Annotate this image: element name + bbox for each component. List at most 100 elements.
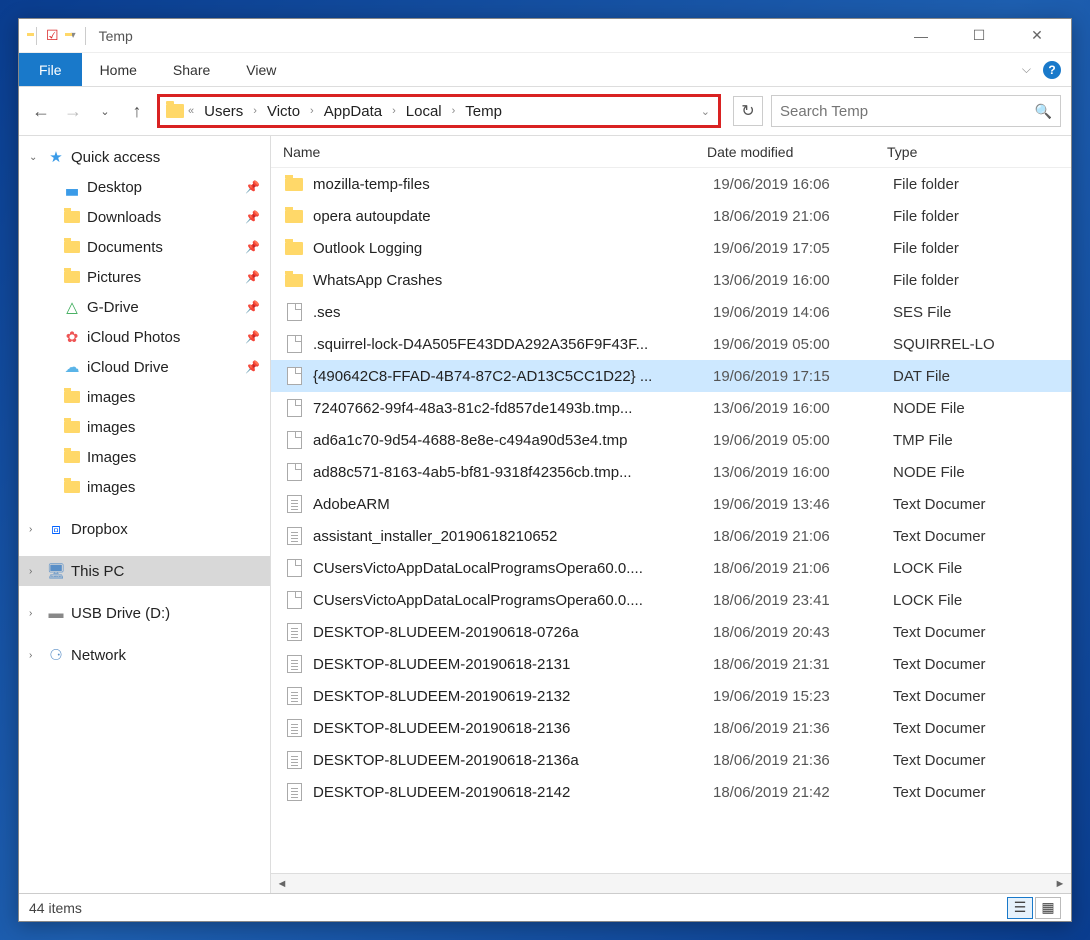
column-type[interactable]: Type [887,144,1071,160]
navigation-bar: ← → ⌄ ↑ « Users › Victo › AppData › Loca… [19,87,1071,135]
details-view-button[interactable]: ☰ [1007,897,1033,919]
file-row[interactable]: .squirrel-lock-D4A505FE43DDA292A356F9F43… [271,328,1071,360]
file-date: 19/06/2019 13:46 [713,496,893,513]
scroll-right-icon[interactable]: ► [1051,878,1069,890]
forward-button[interactable]: → [61,99,85,123]
file-row[interactable]: 72407662-99f4-48a3-81c2-fd857de1493b.tmp… [271,392,1071,424]
sidebar-item[interactable]: images [19,472,270,502]
sidebar-item[interactable]: ☁iCloud Drive📌 [19,352,270,382]
chevron-right-icon[interactable]: › [450,105,458,117]
file-row[interactable]: ad88c571-8163-4ab5-bf81-9318f42356cb.tmp… [271,456,1071,488]
column-date[interactable]: Date modified [707,144,887,160]
folder-icon [63,238,81,256]
refresh-button[interactable]: ↻ [733,96,763,126]
search-icon[interactable]: 🔍 [1035,103,1052,120]
sidebar-item-label: images [87,389,135,406]
icons-view-button[interactable]: ▦ [1035,897,1061,919]
back-button[interactable]: ← [29,99,53,123]
expand-icon[interactable]: › [29,608,32,619]
file-date: 18/06/2019 21:06 [713,560,893,577]
expand-icon[interactable]: ⌄ [29,152,37,163]
file-row[interactable]: DESKTOP-8LUDEEM-20190618-2136a18/06/2019… [271,744,1071,776]
expand-icon[interactable]: › [29,650,32,661]
expand-icon[interactable]: › [29,566,32,577]
file-type: Text Documer [893,784,1071,801]
file-row[interactable]: {490642C8-FFAD-4B74-87C2-AD13C5CC1D22} .… [271,360,1071,392]
breadcrumb-overflow-icon[interactable]: « [186,105,196,117]
search-box[interactable]: 🔍 [771,95,1061,127]
navigation-pane: ⌄ ★ Quick access ▃Desktop📌Downloads📌Docu… [19,136,271,893]
sidebar-label: Quick access [71,149,160,166]
file-row[interactable]: ad6a1c70-9d54-4688-8e8e-c494a90d53e4.tmp… [271,424,1071,456]
sidebar-item[interactable]: Pictures📌 [19,262,270,292]
file-list: mozilla-temp-files19/06/2019 16:06File f… [271,168,1071,873]
file-row[interactable]: CUsersVictoAppDataLocalProgramsOpera60.0… [271,584,1071,616]
tab-home[interactable]: Home [82,53,155,86]
sidebar-item[interactable]: Images [19,442,270,472]
file-date: 13/06/2019 16:00 [713,400,893,417]
breadcrumb-victo[interactable]: Victo [261,103,306,120]
sidebar-item[interactable]: ▃Desktop📌 [19,172,270,202]
ribbon-collapse-icon[interactable]: ⌵ [1022,62,1031,77]
file-row[interactable]: DESKTOP-8LUDEEM-20190618-213618/06/2019 … [271,712,1071,744]
file-row[interactable]: opera autoupdate18/06/2019 21:06File fol… [271,200,1071,232]
column-name[interactable]: Name [277,144,707,160]
breadcrumb-local[interactable]: Local [400,103,448,120]
sidebar-item[interactable]: images [19,412,270,442]
properties-icon[interactable]: ☑ [46,27,59,44]
sidebar-item-label: G-Drive [87,299,139,316]
file-row[interactable]: assistant_installer_2019061821065218/06/… [271,520,1071,552]
file-row[interactable]: mozilla-temp-files19/06/2019 16:06File f… [271,168,1071,200]
sidebar-dropbox[interactable]: › ⧈ Dropbox [19,514,270,544]
chevron-right-icon[interactable]: › [308,105,316,117]
file-name: Outlook Logging [313,240,713,257]
file-row[interactable]: DESKTOP-8LUDEEM-20190618-213118/06/2019 … [271,648,1071,680]
maximize-button[interactable]: ☐ [959,22,999,50]
address-bar[interactable]: « Users › Victo › AppData › Local › Temp… [157,94,721,128]
sidebar-network[interactable]: › ⚆ Network [19,640,270,670]
file-row[interactable]: Outlook Logging19/06/2019 17:05File fold… [271,232,1071,264]
tab-share[interactable]: Share [155,53,228,86]
sidebar-this-pc[interactable]: › 🖥 This PC [19,556,270,586]
dropbox-icon: ⧈ [47,520,65,538]
file-row[interactable]: .ses19/06/2019 14:06SES File [271,296,1071,328]
folder-icon [63,418,81,436]
sidebar-usb-drive[interactable]: › ▬ USB Drive (D:) [19,598,270,628]
up-button[interactable]: ↑ [125,99,149,123]
file-row[interactable]: AdobeARM19/06/2019 13:46Text Documer [271,488,1071,520]
file-date: 18/06/2019 21:42 [713,784,893,801]
file-type: NODE File [893,400,1071,417]
file-type: Text Documer [893,528,1071,545]
help-icon[interactable]: ? [1043,61,1061,79]
sidebar-item[interactable]: ✿iCloud Photos📌 [19,322,270,352]
file-name: AdobeARM [313,496,713,513]
sidebar-quick-access[interactable]: ⌄ ★ Quick access [19,142,270,172]
close-button[interactable]: ✕ [1017,22,1057,50]
sidebar-item[interactable]: Documents📌 [19,232,270,262]
sidebar-item[interactable]: Downloads📌 [19,202,270,232]
breadcrumb-temp[interactable]: Temp [459,103,508,120]
file-row[interactable]: DESKTOP-8LUDEEM-20190618-0726a18/06/2019… [271,616,1071,648]
chevron-right-icon[interactable]: › [251,105,259,117]
scroll-left-icon[interactable]: ◄ [273,878,291,890]
sidebar-item[interactable]: △G-Drive📌 [19,292,270,322]
sidebar-item[interactable]: images [19,382,270,412]
address-dropdown-icon[interactable]: ⌄ [699,105,712,118]
minimize-button[interactable]: — [901,22,941,50]
search-input[interactable] [780,103,1035,120]
breadcrumb-users[interactable]: Users [198,103,249,120]
chevron-right-icon[interactable]: › [390,105,398,117]
tab-file[interactable]: File [19,53,82,86]
file-row[interactable]: WhatsApp Crashes13/06/2019 16:00File fol… [271,264,1071,296]
horizontal-scrollbar[interactable]: ◄ ► [271,873,1071,893]
recent-dropdown-icon[interactable]: ⌄ [93,99,117,123]
pin-icon: 📌 [245,360,260,374]
pin-icon: 📌 [245,210,260,224]
expand-icon[interactable]: › [29,524,32,535]
tab-view[interactable]: View [228,53,294,86]
file-row[interactable]: DESKTOP-8LUDEEM-20190619-213219/06/2019 … [271,680,1071,712]
breadcrumb-appdata[interactable]: AppData [318,103,388,120]
file-row[interactable]: CUsersVictoAppDataLocalProgramsOpera60.0… [271,552,1071,584]
file-date: 13/06/2019 16:00 [713,272,893,289]
file-row[interactable]: DESKTOP-8LUDEEM-20190618-214218/06/2019 … [271,776,1071,808]
